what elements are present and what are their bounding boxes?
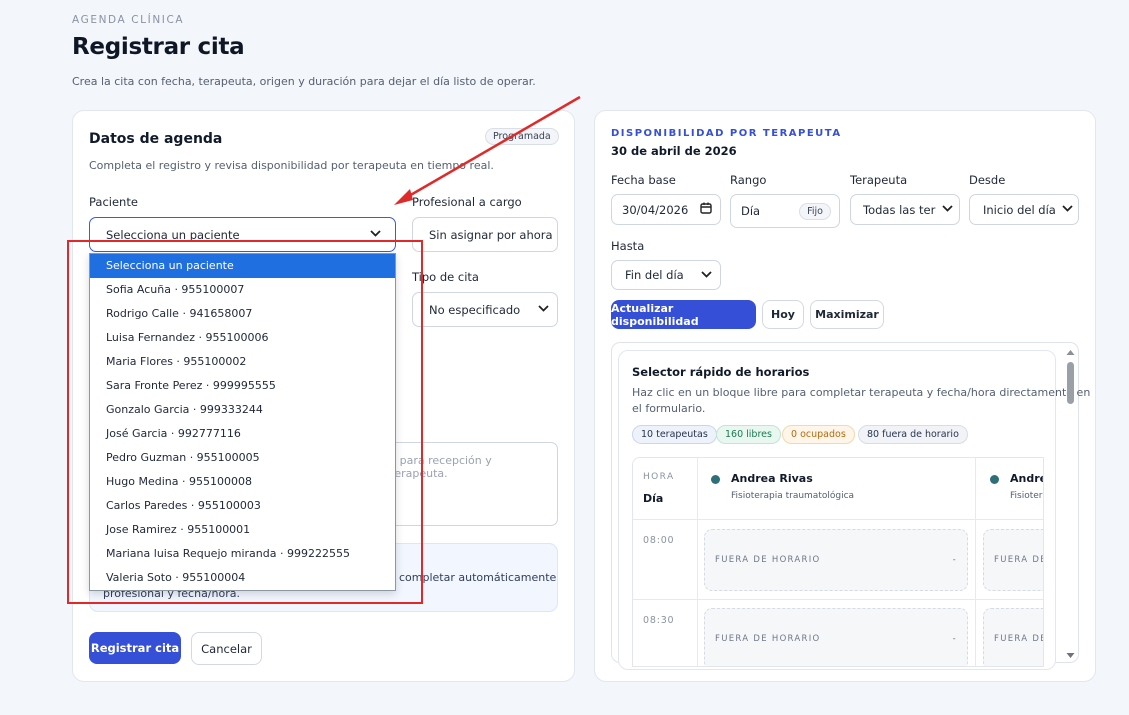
patient-option[interactable]: Maria Flores · 955100002: [90, 350, 395, 374]
slot-status: FUERA DE HORARIO: [715, 555, 821, 565]
quick-selector-title: Selector rápido de horarios: [632, 365, 810, 379]
base-date-label: Fecha base: [611, 173, 676, 187]
chevron-down-icon: [370, 229, 381, 240]
patient-option[interactable]: Sara Fronte Perez · 999995555: [90, 374, 395, 398]
busy-count-pill: 0 ocupados: [782, 425, 855, 444]
chevron-down-icon: [1062, 204, 1073, 215]
slot-status: FUERA DE H: [994, 555, 1043, 565]
slot-status: FUERA DE H: [994, 634, 1043, 644]
patient-label: Paciente: [89, 195, 138, 209]
notes-placeholder: il para recepción y terapeuta.: [390, 454, 492, 480]
time-slot[interactable]: FUERA DE HORARIO -: [704, 529, 968, 591]
range-fixed-badge: Fijo: [799, 202, 831, 220]
appointment-type-label: Tipo de cita: [412, 270, 479, 284]
schedule-grid: HORA Día Andrea Rivas Fisioterapia traum…: [632, 457, 1044, 667]
from-label: Desde: [969, 173, 1006, 187]
patient-select-value: Selecciona un paciente: [106, 227, 240, 242]
quick-selector-description: Haz clic en un bloque libre para complet…: [632, 386, 1091, 399]
therapist-select-value: Todas las terapeutas: [863, 202, 936, 217]
off-hours-count-pill: 80 fuera de horario: [858, 425, 968, 444]
patient-option[interactable]: José Garcia · 992777116: [90, 422, 395, 446]
patient-option[interactable]: Pedro Guzman · 955100005: [90, 446, 395, 470]
quick-selector-description-2: el formulario.: [632, 402, 706, 415]
form-title: Datos de agenda: [89, 131, 223, 147]
free-count-pill: 160 libres: [716, 425, 781, 444]
appointment-type-value: No especificado: [429, 302, 521, 317]
base-date-value: 30/04/2026: [622, 202, 689, 217]
chevron-down-icon: [942, 204, 953, 215]
appointment-type-select[interactable]: No especificado: [412, 292, 558, 327]
time-label: 08:30: [643, 615, 675, 626]
to-select[interactable]: Fin del día: [611, 260, 721, 290]
therapist-status-dot: [990, 475, 999, 484]
range-field[interactable]: Día Fijo: [730, 194, 840, 228]
slot-mark: -: [952, 634, 957, 644]
slot-status: FUERA DE HORARIO: [715, 634, 821, 644]
patient-option[interactable]: Valeria Soto · 955100004: [90, 566, 395, 590]
time-label: 08:00: [643, 535, 675, 546]
patient-option[interactable]: Hugo Medina · 955100008: [90, 470, 395, 494]
page-subtitle: Crea la cita con fecha, terapeuta, orige…: [72, 75, 536, 88]
from-select[interactable]: Inicio del día: [969, 194, 1079, 225]
range-label: Rango: [730, 173, 767, 187]
to-select-value: Fin del día: [625, 268, 684, 282]
info-text-line1: completar automáticamente: [399, 571, 557, 584]
patient-select[interactable]: Selecciona un paciente: [89, 217, 396, 252]
hour-header: HORA: [643, 472, 675, 482]
refresh-availability-button[interactable]: Actualizar disponibilidad: [611, 300, 756, 329]
base-date-input[interactable]: 30/04/2026: [611, 194, 721, 225]
slot-mark: -: [952, 555, 957, 565]
annotation-arrow-icon: [394, 95, 581, 205]
schedule-scrollbar[interactable]: [1064, 346, 1077, 662]
professional-select-value: Sin asignar por ahora: [429, 227, 553, 242]
patient-option[interactable]: Rodrigo Calle · 941658007: [90, 302, 395, 326]
day-header: Día: [643, 492, 664, 505]
from-select-value: Inicio del día: [983, 202, 1056, 217]
calendar-icon: [700, 202, 712, 217]
availability-eyebrow: DISPONIBILIDAD POR TERAPEUTA: [611, 128, 842, 139]
register-appointment-button[interactable]: Registrar cita: [89, 632, 181, 664]
professional-select[interactable]: Sin asignar por ahora: [412, 217, 558, 252]
time-slot[interactable]: FUERA DE H: [983, 529, 1043, 591]
chevron-down-icon: [701, 270, 712, 281]
therapist-select[interactable]: Todas las terapeutas: [850, 194, 960, 225]
therapist-status-dot: [711, 475, 720, 484]
availability-date: 30 de abril de 2026: [611, 144, 737, 158]
chevron-down-icon: [538, 304, 549, 315]
time-slot[interactable]: FUERA DE HORARIO -: [704, 608, 968, 666]
page-title: Registrar cita: [72, 34, 245, 60]
therapist-column-specialty: Fisioterapia traumatológica: [731, 491, 855, 501]
therapists-count-pill: 10 terapeutas: [632, 425, 717, 444]
patient-option[interactable]: Carlos Paredes · 955100003: [90, 494, 395, 518]
patient-option[interactable]: Luisa Fernandez · 955100006: [90, 326, 395, 350]
therapist-label: Terapeuta: [850, 173, 908, 187]
patient-option[interactable]: Mariana luisa Requejo miranda · 99922255…: [90, 542, 395, 566]
maximize-button[interactable]: Maximizar: [810, 300, 884, 329]
patient-option[interactable]: Sofia Acuña · 955100007: [90, 278, 395, 302]
patient-dropdown-list: Selecciona un paciente Sofia Acuña · 955…: [89, 253, 396, 591]
cancel-button[interactable]: Cancelar: [191, 632, 262, 665]
therapist-column-specialty: Fisioterap: [1010, 491, 1043, 501]
patient-option[interactable]: Gonzalo Garcia · 999333244: [90, 398, 395, 422]
time-slot[interactable]: FUERA DE H: [983, 608, 1043, 666]
today-button[interactable]: Hoy: [762, 300, 804, 329]
page-eyebrow: AGENDA CLÍNICA: [72, 14, 185, 26]
range-value: Día: [741, 204, 761, 218]
patient-option[interactable]: Selecciona un paciente: [90, 254, 395, 278]
patient-option[interactable]: Jose Ramirez · 955100001: [90, 518, 395, 542]
therapist-column-name: Andrea Rivas: [731, 472, 813, 485]
to-label: Hasta: [611, 239, 645, 253]
therapist-column-name: Andrea: [1010, 472, 1043, 485]
